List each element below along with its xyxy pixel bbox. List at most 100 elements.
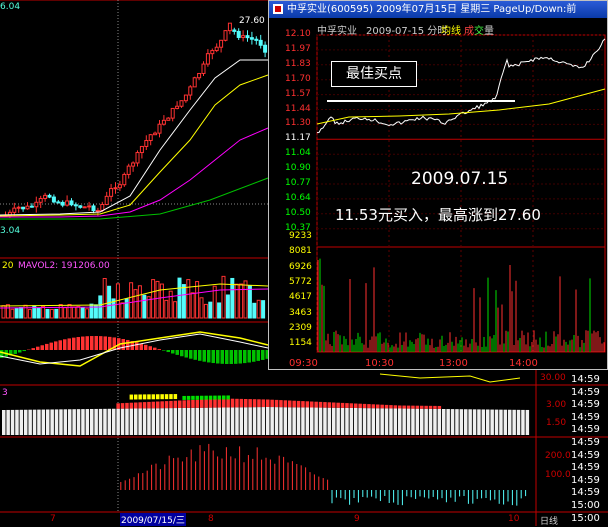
volume-bar [130, 283, 133, 318]
stack-bar-white [253, 407, 256, 435]
candle-body [149, 135, 152, 141]
stack-bar-white [64, 409, 68, 435]
candle-body [167, 118, 170, 120]
stack-bar-red [380, 405, 384, 409]
candle-body [61, 202, 64, 205]
volume-tick: 4617 [289, 292, 312, 302]
candle-body [158, 124, 161, 133]
stack-bar-white [33, 410, 37, 435]
stack-bar-white [235, 407, 239, 435]
stack-bar-white [160, 408, 164, 435]
stack-bar-red [372, 404, 376, 408]
volume-bar [86, 309, 89, 318]
candle-body [242, 36, 245, 38]
stack-bar-red [178, 401, 182, 409]
candle-body [39, 198, 42, 202]
stack-bar-white [468, 409, 472, 435]
stack-bar-white [526, 410, 530, 435]
stack-bar-yellow [169, 394, 173, 399]
volume-tick: 8081 [289, 246, 312, 256]
date-axis-highlight[interactable]: 2009/07/15/三 [120, 513, 186, 526]
time-label: 15:00 [571, 500, 600, 511]
intraday-popup-window[interactable]: 中孚实业(600595) 2009年07月15日 星期三 PageUp/Down… [268, 0, 608, 370]
indicator-bar [81, 337, 85, 350]
stack-bar-white [187, 408, 191, 435]
stack-bar-red [345, 403, 349, 408]
stack-bar-white [15, 410, 19, 435]
volume-bar [72, 307, 75, 318]
stack-bar-white [275, 407, 279, 435]
stack-bar-white [20, 410, 24, 435]
stack-bar-white [504, 410, 508, 435]
volume-bar [244, 281, 247, 318]
stack-bar-white [50, 409, 54, 435]
indicator-bar [194, 350, 198, 360]
volume-bar [77, 307, 80, 318]
time-label: 14:59 [571, 487, 600, 498]
candle-body [233, 30, 236, 31]
stack-bar-red [328, 402, 332, 407]
volume-bar [6, 305, 9, 318]
date-axis-8: 8 [208, 514, 214, 524]
stack-bar-red [187, 400, 191, 408]
volume-bar [169, 291, 172, 318]
price-tick: 10.64 [285, 193, 311, 203]
volume-tick: 2309 [289, 323, 312, 333]
stack-bar-white [394, 408, 398, 435]
volume-bar [20, 308, 23, 318]
volume-bar [156, 281, 159, 318]
indicator-bar [135, 342, 139, 350]
right-axis-value-0: 30.00 [540, 373, 566, 383]
time-tick: 13:00 [439, 358, 468, 369]
stack-bar-red [143, 402, 147, 408]
stack-bar-white [407, 409, 411, 435]
stack-bar-white [11, 410, 15, 435]
time-label: 14:59 [571, 462, 600, 473]
indicator-bar [99, 336, 103, 350]
candle-body [255, 39, 258, 40]
stack-bar-red [297, 401, 301, 407]
indicator-bar [171, 350, 175, 353]
candle-body [228, 23, 231, 30]
price-tick: 11.83 [285, 59, 311, 69]
stack-bar-white [191, 408, 195, 435]
stack-bar-white [90, 409, 94, 435]
stack-bar-white [416, 409, 420, 435]
stack-bar-white [319, 408, 323, 435]
popup-titlebar[interactable]: 中孚实业(600595) 2009年07月15日 星期三 PageUp/Down… [269, 1, 607, 18]
stack-bar-red [433, 406, 437, 409]
volume-tick: 6926 [289, 262, 312, 272]
stack-bar-white [380, 408, 384, 435]
indicator-bar [162, 350, 166, 351]
price-tick: 11.30 [285, 118, 311, 128]
indicator-bar [50, 343, 54, 350]
subheader-vol-a: 成 [464, 22, 474, 37]
stack-bar-yellow [138, 394, 142, 399]
stack-bar-red [275, 400, 279, 407]
volume-bar [134, 290, 137, 318]
stack-bar-red [200, 400, 204, 408]
annotation-text: 11.53元买入，最高涨到27.60 [335, 204, 541, 225]
stack-bar-white [270, 407, 274, 435]
stack-bar-green [226, 395, 230, 399]
time-label: 14:59 [571, 374, 600, 385]
stack-bar-red [130, 403, 134, 409]
indicator-bar [45, 344, 49, 350]
stack-bar-red [402, 406, 406, 409]
stack-bar-red [292, 401, 296, 408]
time-tick: 14:00 [509, 358, 538, 369]
volume-bar [15, 308, 18, 318]
stack-bar-white [389, 408, 393, 435]
stack-bar-white [182, 408, 186, 435]
stack-bar-white [314, 408, 318, 435]
kline-period-label[interactable]: 日线 [540, 514, 558, 527]
stack-bar-red [196, 400, 200, 408]
stack-bar-white [341, 408, 345, 435]
stack-bar-yellow [130, 395, 134, 400]
indicator-bar [63, 339, 67, 350]
candle-body [132, 163, 135, 166]
stack-bar-yellow [143, 394, 147, 399]
volume-bar [125, 299, 128, 318]
stack-bar-red [336, 403, 340, 408]
candle-body [123, 174, 126, 184]
